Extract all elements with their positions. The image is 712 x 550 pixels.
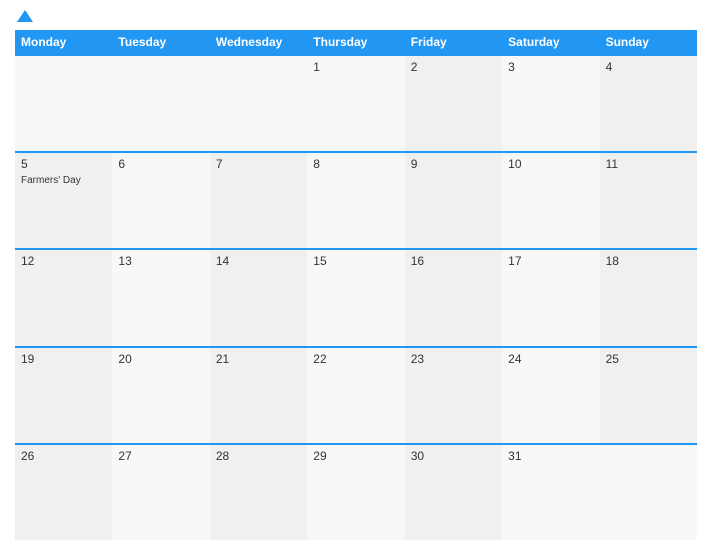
day-cell: 12 <box>15 250 112 345</box>
day-header-tuesday: Tuesday <box>112 30 209 54</box>
day-cell <box>15 56 112 151</box>
day-cell: 25 <box>600 348 697 443</box>
day-number: 12 <box>21 254 106 268</box>
day-cell: 24 <box>502 348 599 443</box>
day-cell: 5 Farmers' Day <box>15 153 112 248</box>
day-cell: 26 <box>15 445 112 540</box>
day-number: 6 <box>118 157 203 171</box>
day-cell: 11 <box>600 153 697 248</box>
day-cell: 29 <box>307 445 404 540</box>
day-number: 27 <box>118 449 203 463</box>
day-number: 11 <box>606 157 691 171</box>
calendar-header <box>15 10 697 22</box>
day-number: 17 <box>508 254 593 268</box>
day-header-saturday: Saturday <box>502 30 599 54</box>
day-cell: 4 <box>600 56 697 151</box>
day-cell: 31 <box>502 445 599 540</box>
day-number: 13 <box>118 254 203 268</box>
day-cell <box>210 56 307 151</box>
week-row-2: 12 13 14 15 16 17 18 <box>15 248 697 345</box>
day-cell <box>112 56 209 151</box>
day-cell: 13 <box>112 250 209 345</box>
day-number: 7 <box>216 157 301 171</box>
day-number: 31 <box>508 449 593 463</box>
week-row-0: 1234 <box>15 54 697 151</box>
day-cell: 14 <box>210 250 307 345</box>
day-cell <box>600 445 697 540</box>
day-number: 23 <box>411 352 496 366</box>
day-number: 15 <box>313 254 398 268</box>
day-cell: 3 <box>502 56 599 151</box>
day-cell: 15 <box>307 250 404 345</box>
day-header-friday: Friday <box>405 30 502 54</box>
week-row-4: 26 27 28 29 30 31 <box>15 443 697 540</box>
day-number: 20 <box>118 352 203 366</box>
day-number: 3 <box>508 60 593 74</box>
week-row-1: 5 Farmers' Day 6789 10 11 <box>15 151 697 248</box>
day-cell: 17 <box>502 250 599 345</box>
day-cell: 19 <box>15 348 112 443</box>
day-number: 30 <box>411 449 496 463</box>
day-number: 4 <box>606 60 691 74</box>
calendar-grid: 12345Farmers' Day67891011121314151617181… <box>15 54 697 540</box>
day-number: 28 <box>216 449 301 463</box>
logo <box>15 10 35 22</box>
day-number: 19 <box>21 352 106 366</box>
event-label: Farmers' Day <box>21 175 106 186</box>
day-number: 9 <box>411 157 496 171</box>
day-number: 14 <box>216 254 301 268</box>
day-number: 24 <box>508 352 593 366</box>
day-number: 2 <box>411 60 496 74</box>
day-number: 22 <box>313 352 398 366</box>
day-number: 5 <box>21 157 106 171</box>
calendar-container: MondayTuesdayWednesdayThursdayFridaySatu… <box>0 0 712 550</box>
day-number: 29 <box>313 449 398 463</box>
day-cell: 30 <box>405 445 502 540</box>
day-number: 26 <box>21 449 106 463</box>
logo-triangle-icon <box>17 10 33 22</box>
day-cell: 21 <box>210 348 307 443</box>
day-cell: 1 <box>307 56 404 151</box>
day-number: 8 <box>313 157 398 171</box>
day-number: 16 <box>411 254 496 268</box>
day-number: 1 <box>313 60 398 74</box>
day-cell: 16 <box>405 250 502 345</box>
day-cell: 2 <box>405 56 502 151</box>
day-cell: 20 <box>112 348 209 443</box>
day-header-wednesday: Wednesday <box>210 30 307 54</box>
day-number: 10 <box>508 157 593 171</box>
day-header-monday: Monday <box>15 30 112 54</box>
day-number: 25 <box>606 352 691 366</box>
day-cell: 8 <box>307 153 404 248</box>
day-cell: 9 <box>405 153 502 248</box>
day-cell: 10 <box>502 153 599 248</box>
day-cell: 18 <box>600 250 697 345</box>
day-cell: 22 <box>307 348 404 443</box>
day-cell: 7 <box>210 153 307 248</box>
day-header-sunday: Sunday <box>600 30 697 54</box>
day-cell: 23 <box>405 348 502 443</box>
day-headers-row: MondayTuesdayWednesdayThursdayFridaySatu… <box>15 30 697 54</box>
day-number: 18 <box>606 254 691 268</box>
day-cell: 27 <box>112 445 209 540</box>
day-cell: 28 <box>210 445 307 540</box>
day-cell: 6 <box>112 153 209 248</box>
day-header-thursday: Thursday <box>307 30 404 54</box>
day-number: 21 <box>216 352 301 366</box>
week-row-3: 19 20 21 22 23 24 25 <box>15 346 697 443</box>
